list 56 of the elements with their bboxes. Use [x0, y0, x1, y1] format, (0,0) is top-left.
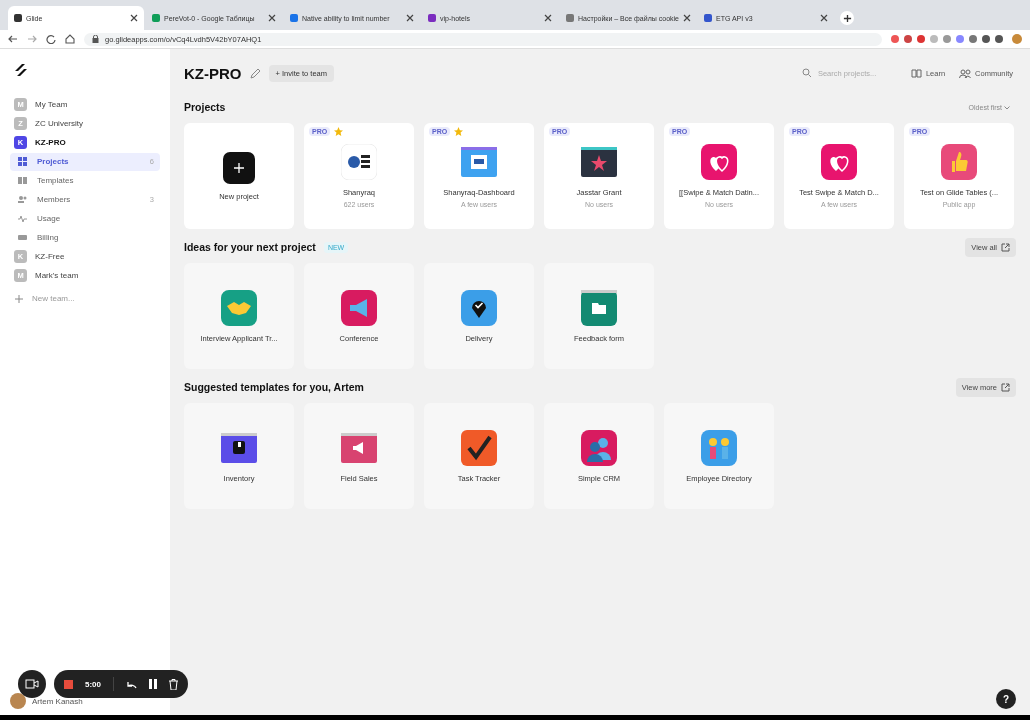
- close-icon[interactable]: [820, 14, 828, 22]
- extensions-icon[interactable]: [891, 35, 1003, 43]
- user-avatar: [10, 693, 26, 709]
- book-icon: [910, 68, 922, 78]
- profile-avatar[interactable]: [1012, 34, 1022, 44]
- activity-icon: [18, 214, 27, 223]
- reload-icon[interactable]: [46, 34, 56, 44]
- camera-icon: [25, 679, 39, 689]
- plus-icon: [14, 293, 24, 304]
- close-icon[interactable]: [268, 14, 276, 22]
- lock-icon: [92, 35, 99, 43]
- nav-item[interactable]: Usage: [10, 209, 160, 228]
- section-title: Ideas for your next project: [184, 241, 316, 253]
- people-icon: [581, 429, 617, 466]
- location-pin-icon: [461, 289, 497, 326]
- grid-icon: [18, 157, 27, 166]
- megaphone-icon: [341, 289, 377, 326]
- close-icon[interactable]: [683, 14, 691, 22]
- folder-icon: [581, 289, 617, 326]
- help-button[interactable]: ?: [996, 689, 1016, 709]
- hearts-icon: [701, 144, 737, 180]
- new-tab-button[interactable]: [840, 11, 854, 25]
- external-link-icon: [1001, 382, 1010, 392]
- members-icon: [18, 195, 27, 204]
- team-title: KZ-PRO: [184, 64, 242, 82]
- close-icon[interactable]: [130, 14, 138, 22]
- hearts-icon: [821, 144, 857, 180]
- search-icon: [801, 68, 812, 78]
- external-link-icon: [1001, 242, 1010, 252]
- close-icon[interactable]: [406, 14, 414, 22]
- stop-button[interactable]: [64, 679, 73, 689]
- nav-item[interactable]: Billing: [10, 228, 160, 247]
- plus-icon: [223, 151, 255, 184]
- checkmark-icon: [461, 429, 497, 466]
- app-screen-icon: [461, 144, 497, 180]
- recording-timer: 5:00: [85, 679, 101, 689]
- app-screen-icon: [581, 144, 617, 180]
- people-icon: [701, 429, 737, 466]
- thumbs-up-icon: [941, 144, 977, 180]
- user-name[interactable]: Artem Kanash: [32, 696, 83, 706]
- back-icon[interactable]: [8, 34, 18, 44]
- close-icon[interactable]: [544, 14, 552, 22]
- lightning-logo-icon[interactable]: [14, 63, 28, 77]
- pause-icon[interactable]: [149, 679, 157, 689]
- nav-item[interactable]: Templates: [10, 171, 160, 190]
- undo-icon[interactable]: [126, 679, 137, 689]
- card-icon: [18, 233, 27, 242]
- home-icon[interactable]: [65, 34, 75, 44]
- trash-icon[interactable]: [169, 678, 178, 690]
- chevron-down-icon: [1004, 105, 1010, 110]
- section-title: Suggested templates for you, Artem: [184, 381, 364, 393]
- section-title: Projects: [184, 101, 226, 113]
- people-icon: [959, 68, 972, 78]
- pencil-icon[interactable]: [249, 67, 261, 79]
- app-logo-icon: [341, 144, 377, 180]
- templates-icon: [18, 176, 27, 185]
